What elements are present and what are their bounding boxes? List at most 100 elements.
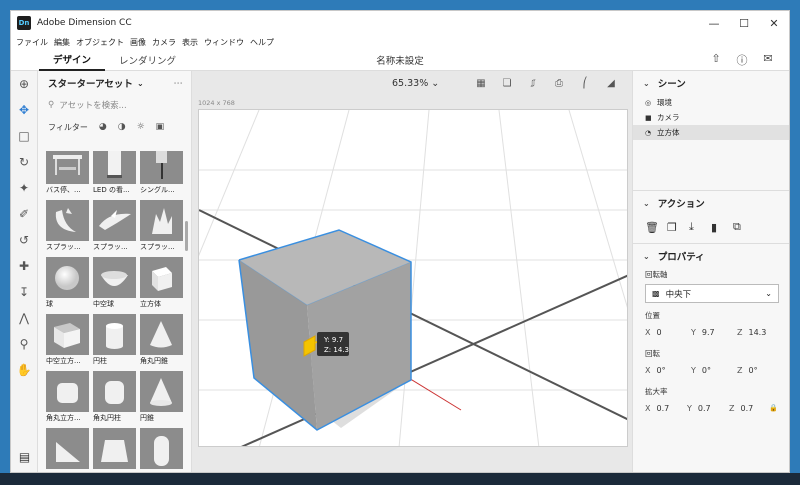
render-preview-icon[interactable]: ◢ <box>598 78 624 89</box>
rotation-z-field[interactable]: Z 0° <box>737 366 783 375</box>
group-icon[interactable]: ▮ <box>711 221 733 234</box>
3d-canvas[interactable]: Y: 9.7 Z: 14.3 <box>198 109 628 447</box>
zoom-icon[interactable]: ⚲ <box>11 331 37 357</box>
frame-icon[interactable]: ▦ <box>468 78 494 89</box>
rotation-y-field[interactable]: Y 0° <box>691 366 737 375</box>
scene-header[interactable]: ⌄ シーン <box>633 71 789 95</box>
menu-file[interactable]: ファイル <box>16 37 48 48</box>
asset-item[interactable]: スプラッ... <box>140 200 183 254</box>
menu-view[interactable]: 表示 <box>182 37 198 48</box>
splash-thumb <box>93 200 136 241</box>
drop-to-ground-icon[interactable]: ⤓ <box>689 220 711 234</box>
search-input[interactable]: アセットを検索... <box>59 99 126 111</box>
feedback-icon[interactable]: ✉ <box>755 52 781 68</box>
asset-item[interactable]: 円柱 <box>93 314 136 368</box>
menu-camera[interactable]: カメラ <box>152 37 176 48</box>
camera-snap-icon[interactable]: ⎛ <box>572 78 598 89</box>
scale-y-field[interactable]: Y 0.7 <box>687 404 729 413</box>
asset-item[interactable] <box>46 428 89 472</box>
tab-design[interactable]: デザイン <box>39 49 106 71</box>
minimize-icon[interactable]: — <box>699 11 729 35</box>
led-sign-thumb <box>93 151 136 184</box>
menu-help[interactable]: ヘルプ <box>250 37 274 48</box>
position-y-field[interactable]: Y 9.7 <box>691 328 737 337</box>
scene-title: シーン <box>657 79 686 90</box>
delete-icon[interactable]: 🗑 <box>645 221 667 234</box>
asset-item[interactable]: 円錐 <box>140 371 183 425</box>
search-icon: ⚲ <box>48 100 55 110</box>
menu-window[interactable]: ウィンドウ <box>204 37 244 48</box>
assets-title[interactable]: スターターアセット <box>48 76 133 90</box>
light-filter-icon[interactable]: ☼ <box>137 122 145 132</box>
asset-item[interactable] <box>140 428 183 472</box>
position-x-field[interactable]: X0 <box>645 328 691 337</box>
asset-item[interactable]: スプラッ... <box>46 200 89 254</box>
bookmark-camera-icon[interactable]: ⎎ <box>520 78 546 89</box>
chevron-down-icon[interactable]: ⌄ <box>137 79 144 88</box>
menu-edit[interactable]: 編集 <box>54 37 70 48</box>
maximize-icon[interactable]: ☐ <box>729 11 759 35</box>
scene-item-environment[interactable]: ◎ 環境 <box>633 95 789 110</box>
scene-render: Y: 9.7 Z: 14.3 <box>199 110 627 446</box>
help-icon[interactable]: ⓘ <box>729 52 755 68</box>
model-filter-icon[interactable]: ◕ <box>99 122 107 132</box>
asset-label: 立方体 <box>140 300 161 308</box>
zoom-level[interactable]: 65.33% ⌄ <box>392 78 439 89</box>
position-z-field[interactable]: Z 14.3 <box>737 328 783 337</box>
material-filter-icon[interactable]: ◑ <box>118 122 126 132</box>
add-icon[interactable]: ⊕ <box>11 71 37 97</box>
properties-panel: ⌄ シーン ◎ 環境 ■ カメラ ◔ 立方体 ⌄ アクション 🗑 ❐ ⤓ ▮ ⧉ ⌄ プロパ… <box>632 71 789 472</box>
tab-render[interactable]: レンダリング <box>105 49 190 71</box>
asset-item[interactable]: 角丸立方... <box>46 371 89 425</box>
asset-item[interactable]: シングル... <box>140 151 183 197</box>
pan-icon[interactable]: ✚ <box>11 253 37 279</box>
asset-scrollbar[interactable] <box>185 221 188 251</box>
hand-icon[interactable]: ✋ <box>11 357 37 383</box>
asset-item[interactable]: LED の看... <box>93 151 136 197</box>
orbit-icon[interactable]: ↺ <box>11 227 37 253</box>
more-icon[interactable]: ⋯ <box>174 78 184 89</box>
lock-icon[interactable]: 🔒 <box>769 404 778 412</box>
scale-z-field[interactable]: Z 0.7 <box>729 404 769 413</box>
asset-item[interactable]: 球 <box>46 257 89 311</box>
asset-item[interactable]: 中空立方... <box>46 314 89 368</box>
camera-view-icon[interactable]: ⎙ <box>546 78 572 89</box>
rotation-x-field[interactable]: X 0° <box>645 366 691 375</box>
sample-tool-icon[interactable]: ✐ <box>11 201 37 227</box>
dolly-icon[interactable]: ↧ <box>11 279 37 305</box>
asset-item[interactable]: 立方体 <box>140 257 183 311</box>
menu-object[interactable]: オブジェクト <box>76 37 124 48</box>
share-icon[interactable]: ⇧ <box>703 52 729 68</box>
horizon-icon[interactable]: ⋀ <box>11 305 37 331</box>
pivot-select[interactable]: ▩ 中央下 ⌄ <box>645 284 779 303</box>
properties-header[interactable]: ⌄ プロパティ <box>633 244 789 268</box>
asset-search[interactable]: ⚲ アセットを検索... <box>38 95 191 115</box>
panel-toggle-icon[interactable]: ▤ <box>11 448 38 466</box>
scale-x-value: 0.7 <box>656 403 670 413</box>
camera-tool-icon[interactable]: ❏ <box>494 78 520 89</box>
magic-wand-icon[interactable]: ✦ <box>11 175 37 201</box>
export-icon[interactable]: ⧉ <box>733 220 755 234</box>
trapezoid-thumb <box>93 428 136 469</box>
scale-x-field[interactable]: X 0.7 <box>645 404 687 413</box>
asset-label: 球 <box>46 300 53 308</box>
duplicate-icon[interactable]: ❐ <box>667 221 689 234</box>
scene-item-camera[interactable]: ■ カメラ <box>633 110 789 125</box>
asset-item[interactable]: 角丸円柱 <box>93 371 136 425</box>
asset-item[interactable]: 中空球 <box>93 257 136 311</box>
canvas-size: 1024 x 768 <box>198 99 235 107</box>
scene-item-cube[interactable]: ◔ 立方体 <box>633 125 789 140</box>
asset-label: 円錐 <box>140 414 154 422</box>
close-icon[interactable]: ✕ <box>759 11 789 35</box>
actions-header[interactable]: ⌄ アクション <box>633 191 789 215</box>
asset-item[interactable]: 角丸円錐 <box>140 314 183 368</box>
asset-item[interactable]: バス停、... <box>46 151 89 197</box>
asset-item[interactable]: スプラッ... <box>93 200 136 254</box>
marquee-tool-icon[interactable]: □ <box>11 123 37 149</box>
rotate-tool-icon[interactable]: ↻ <box>11 149 37 175</box>
menu-image[interactable]: 画像 <box>130 37 146 48</box>
image-filter-icon[interactable]: ▣ <box>156 122 165 132</box>
hollow-sphere-thumb <box>93 257 136 298</box>
select-tool-icon[interactable]: ✥ <box>11 97 37 123</box>
asset-item[interactable] <box>93 428 136 472</box>
